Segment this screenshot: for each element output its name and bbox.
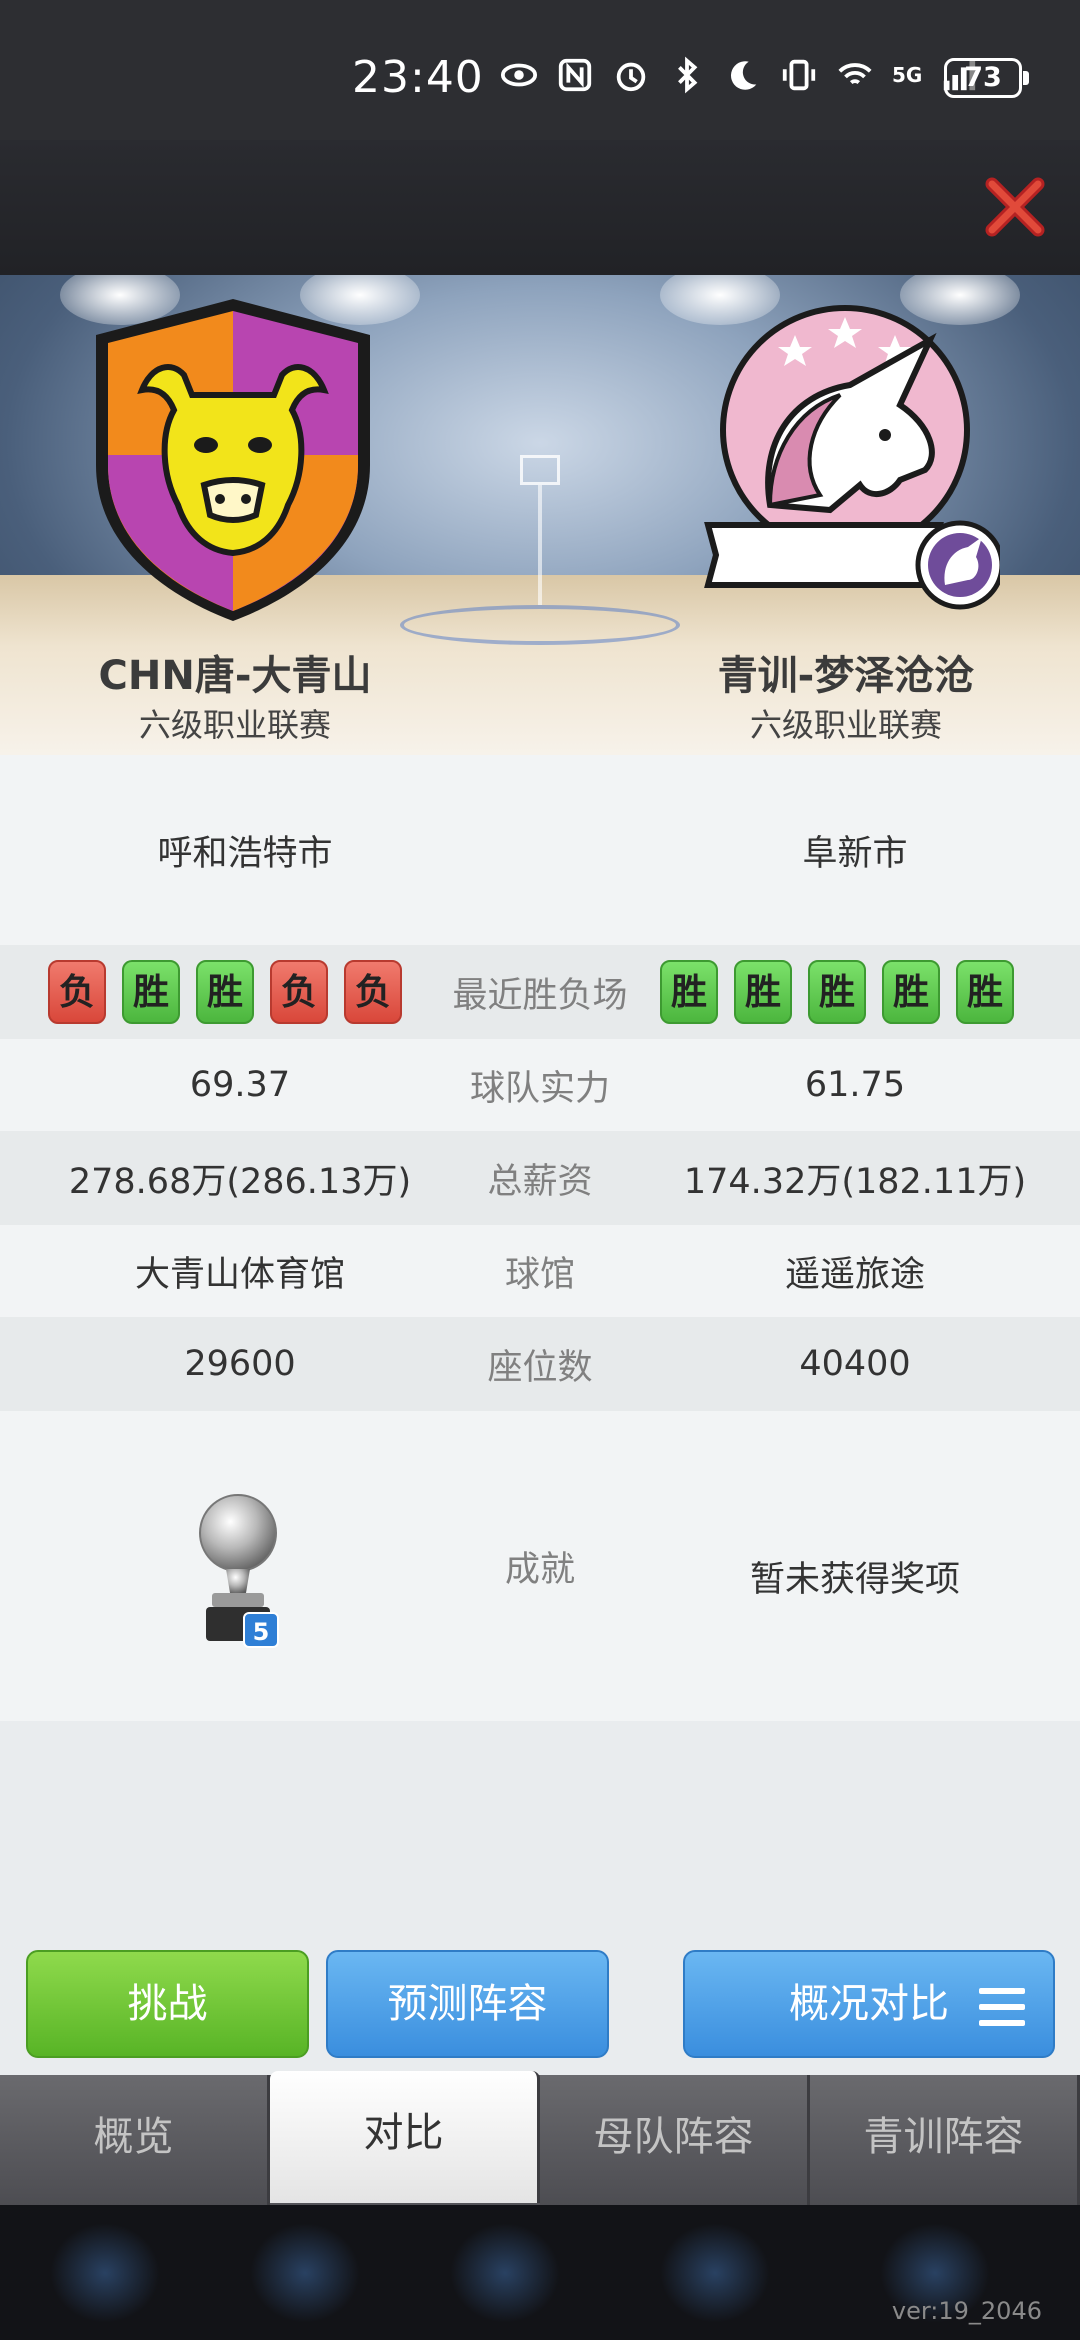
result-badge: 胜 [660,960,718,1024]
achievement-count: 5 [253,1618,270,1646]
right-achievement: 暂未获得奖项 [749,1560,960,1600]
arena-row: 大青山体育馆 球馆 遥遥旅途 [0,1225,1080,1317]
strength-label: 球队实力 [469,1068,610,1109]
moon-icon [730,61,757,90]
left-seats: 29600 [184,1344,296,1384]
challenge-button[interactable]: 挑战 [26,1950,309,2058]
dialog-header [0,140,1080,275]
right-city: 阜新市 [802,833,908,874]
left-team-league: 六级职业联赛 [138,706,331,744]
battery-indicator: 73 [944,58,1029,98]
achievement-label: 成就 [504,1550,575,1590]
version-label: ver:19_2046 [891,2297,1042,2325]
city-row: 呼和浩特市 阜新市 [0,755,1080,945]
right-seats: 40400 [799,1344,911,1384]
recent-row: 负 胜 胜 负 负 最近胜负场 胜 胜 胜 胜 胜 [0,945,1080,1039]
right-team-name: 青训-梦泽沧沧 [717,653,975,699]
result-badge: 负 [270,960,328,1024]
tab-youth-roster[interactable]: 青训阵容 [810,2075,1080,2205]
bluetooth-icon [678,56,698,94]
seats-label: 座位数 [487,1347,593,1388]
background-nav: ver:19_2046 [0,2205,1080,2340]
strength-row: 69.37 球队实力 61.75 [0,1039,1080,1131]
result-badge: 负 [48,960,106,1024]
bottom-tabs: 概览 对比 母队阵容 青训阵容 [0,2071,1080,2205]
salary-label: 总薪资 [487,1161,593,1202]
result-badge: 胜 [734,960,792,1024]
comparison-panel: 呼和浩特市 阜新市 负 胜 胜 负 负 最近胜负场 胜 胜 胜 胜 胜 69.3… [0,755,1080,2075]
eye-icon [500,63,538,87]
blurred-nav-icon [50,2223,160,2323]
overview-compare-button[interactable]: 概况对比 [683,1950,1055,2058]
overview-compare-label: 概况对比 [789,1981,949,2027]
predict-lineup-button[interactable]: 预测阵容 [326,1950,609,2058]
status-bar: 23:40 5G 73 [0,0,1080,140]
salary-row: 278.68万(286.13万) 总薪资 174.32万(182.11万) [0,1131,1080,1225]
result-badge: 负 [344,960,402,1024]
result-badge: 胜 [956,960,1014,1024]
recent-label: 最近胜负场 [452,975,628,1016]
tab-compare[interactable]: 对比 [270,2071,540,2203]
right-recent-results: 胜 胜 胜 胜 胜 [660,960,1014,1024]
bison-logo[interactable] [92,295,374,625]
tab-overview[interactable]: 概览 [0,2075,270,2205]
vibrate-icon [782,59,816,91]
result-badge: 胜 [196,960,254,1024]
seats-row: 29600 座位数 40400 [0,1317,1080,1411]
status-time: 23:40 [352,52,484,103]
tab-main-roster[interactable]: 母队阵容 [540,2075,810,2205]
left-city: 呼和浩特市 [157,833,333,874]
left-recent-results: 负 胜 胜 负 负 [48,960,402,1024]
left-team-name: CHN唐-大青山 [98,653,372,699]
wifi-icon [838,63,872,85]
result-badge: 胜 [808,960,866,1024]
unicorn-logo[interactable] [700,295,1000,615]
team-banner: CHN唐-大青山 六级职业联赛 青训-梦泽沧沧 六级职业联赛 [0,275,1080,755]
result-badge: 胜 [122,960,180,1024]
right-strength: 61.75 [804,1065,906,1105]
right-arena: 遥遥旅途 [784,1254,925,1295]
left-strength: 69.37 [189,1065,291,1105]
nfc-icon [558,58,592,92]
menu-icon [979,1988,1025,2026]
left-salary: 278.68万(286.13万) [68,1161,412,1202]
network-type: 5G [892,63,923,87]
close-icon[interactable] [980,172,1050,242]
right-team-league: 六级职业联赛 [749,706,942,744]
arena-label: 球馆 [504,1254,575,1295]
trophy-icon[interactable]: 5 [196,1485,286,1655]
blurred-nav-icon [450,2223,560,2323]
blurred-nav-icon [250,2223,360,2323]
status-icons: 5G [500,56,978,94]
right-salary: 174.32万(182.11万) [683,1161,1027,1202]
blurred-nav-icon [660,2223,770,2323]
left-arena: 大青山体育馆 [134,1254,345,1295]
alarm-icon [616,62,646,92]
result-badge: 胜 [882,960,940,1024]
achievement-row: 成就 暂未获得奖项 [0,1411,1080,1721]
